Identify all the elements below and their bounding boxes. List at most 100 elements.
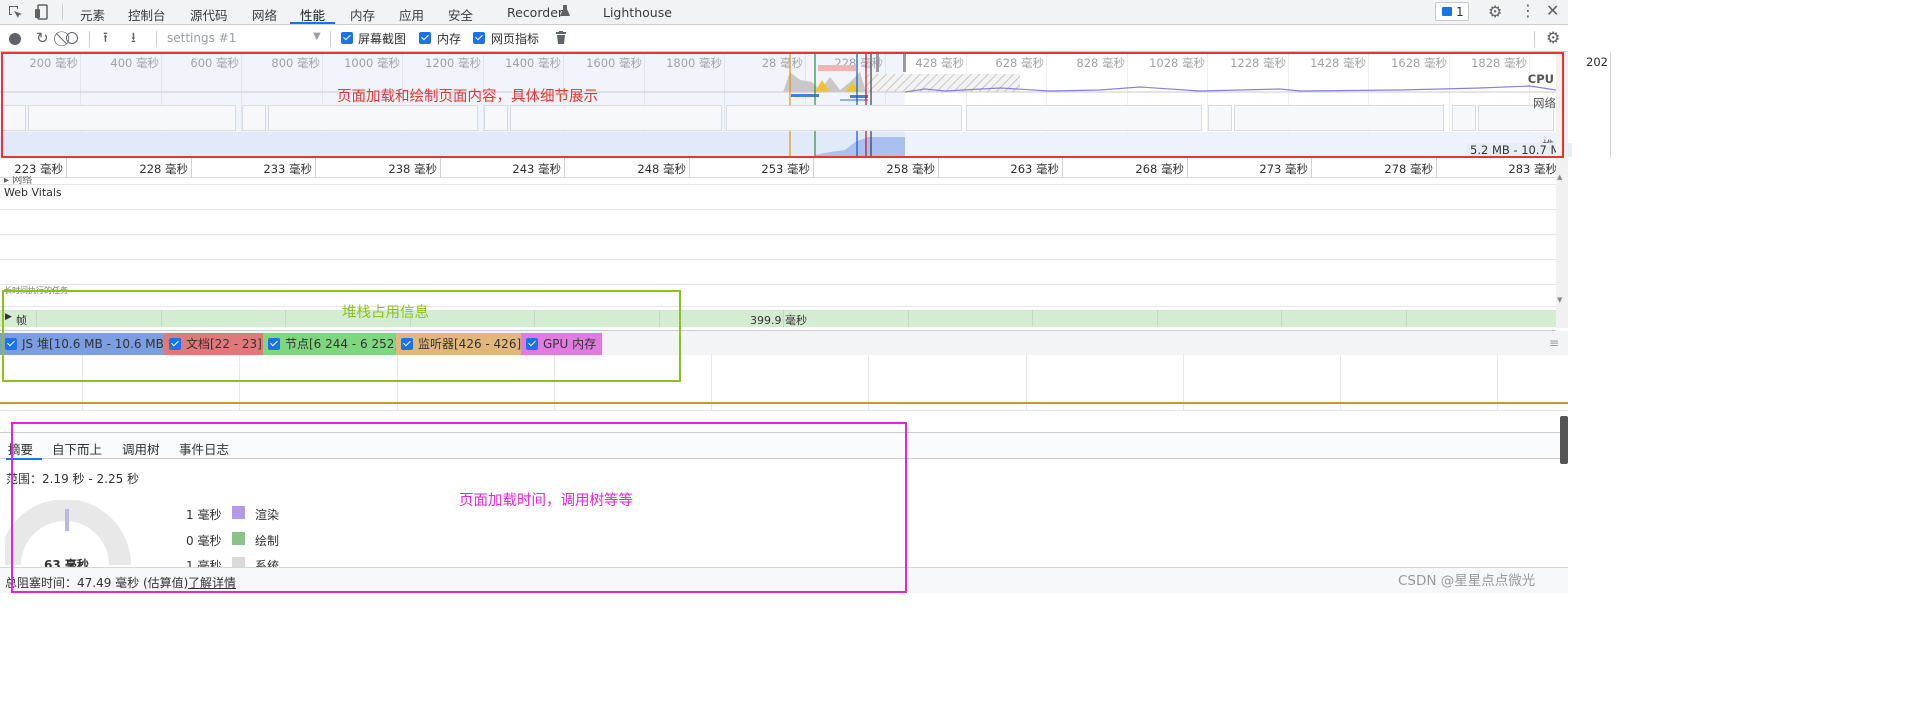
issues-count: 1: [1456, 5, 1464, 19]
chevron-down-icon[interactable]: ▼: [313, 31, 321, 42]
screenshot-thumbnail[interactable]: [268, 105, 478, 131]
reload-record-icon[interactable]: ↻: [36, 31, 49, 46]
details-tab-bar: 摘要 自下而上 调用树 事件日志: [0, 432, 1568, 460]
frames-track-label: 帧: [16, 314, 27, 327]
summary-value-system: 1 毫秒: [186, 559, 222, 567]
tab-bottom-up[interactable]: 自下而上: [52, 439, 102, 458]
profile-select[interactable]: settings #1: [167, 31, 236, 45]
memory-legend-checkbox[interactable]: [169, 338, 181, 350]
tab-elements[interactable]: 元素: [80, 5, 105, 24]
summary-value-rendering: 1 毫秒: [186, 508, 222, 522]
summary-name-rendering: 渲染: [255, 508, 280, 522]
screenshot-thumbnail[interactable]: [2, 105, 26, 131]
flask-icon: [560, 5, 570, 20]
ruler-tick-label: 278 毫秒: [1384, 162, 1433, 176]
screenshot-thumbnail[interactable]: [28, 105, 236, 131]
ruler-tick-line: [315, 158, 316, 178]
download-icon[interactable]: ⭳: [131, 31, 136, 45]
devtools-tab-bar: 元素 控制台 源代码 网络 性能 内存 应用 安全 Recorder Light…: [0, 0, 1568, 25]
resize-handle-icon[interactable]: ≡: [1549, 336, 1559, 350]
settings-gear-icon[interactable]: ⚙: [1488, 4, 1502, 20]
frame-divider: [1281, 310, 1282, 327]
tab-summary[interactable]: 摘要: [8, 439, 33, 458]
memory-legend-item[interactable]: 监听器[426 - 426]: [396, 333, 521, 355]
total-blocking-time: 总阻塞时间：47.49 毫秒 (估算值): [5, 576, 189, 590]
screenshots-label: 屏幕截图: [358, 32, 407, 46]
scroll-down-icon[interactable]: ▼: [1557, 296, 1562, 304]
network-track-label: 网络: [1533, 96, 1556, 110]
tab-console[interactable]: 控制台: [128, 5, 166, 24]
summary-range: 范围：2.19 秒 - 2.25 秒: [6, 472, 140, 486]
screenshot-thumbnail[interactable]: [726, 105, 962, 131]
screenshot-thumbnail[interactable]: [510, 105, 722, 131]
summary-system-row: 1 毫秒 系统: [0, 556, 400, 567]
memory-legend-item[interactable]: 节点[6 244 - 6 252]: [263, 333, 400, 355]
issues-badge[interactable]: 1: [1435, 2, 1469, 21]
frame-divider: [161, 310, 162, 327]
frames-track[interactable]: ▶ 帧 399.9 毫秒: [0, 310, 1556, 327]
memory-legend-item[interactable]: JS 堆[10.6 MB - 10.6 MB]: [0, 333, 169, 355]
inspect-element-icon[interactable]: [8, 5, 23, 23]
web-vitals-track-label: Web Vitals: [4, 186, 62, 199]
cpu-track-label: CPU: [1527, 72, 1554, 86]
frames-expander-icon[interactable]: ▶: [5, 312, 12, 322]
upload-icon[interactable]: ⭱: [103, 31, 108, 45]
screenshot-thumbnail[interactable]: [1452, 105, 1476, 131]
tab-network[interactable]: 网络: [252, 5, 277, 24]
ruler-tick-label: 238 毫秒: [388, 162, 437, 176]
active-tab-indicator: [290, 22, 335, 24]
performance-toolbar: ↻ ⃠ ⭱ ⭳ settings #1 ▼ 屏幕截图 内存 网页指标 ⚙: [0, 25, 1568, 52]
tab-recorder[interactable]: Recorder: [507, 5, 563, 20]
annotation-overview-text: 页面加载和绘制页面内容，具体细节展示: [337, 89, 598, 105]
tab-event-log[interactable]: 事件日志: [179, 439, 229, 458]
watermark: CSDN @星星点点微光: [1398, 573, 1536, 589]
summary-name-system: 系统: [255, 559, 280, 567]
ruler-tick-label: 233 毫秒: [263, 162, 312, 176]
screenshot-thumbnail[interactable]: [484, 105, 508, 131]
scroll-up-icon[interactable]: ▲: [1557, 173, 1562, 181]
message-icon: [1442, 7, 1452, 16]
screenshot-thumbnail[interactable]: [966, 105, 1202, 131]
record-icon[interactable]: [9, 33, 21, 45]
clear-circle-icon[interactable]: [66, 32, 78, 44]
capture-settings-gear-icon[interactable]: ⚙: [1546, 30, 1560, 46]
annotation-memory-text: 堆栈占用信息: [342, 305, 429, 321]
timeline-overview[interactable]: 200 毫秒400 毫秒600 毫秒800 毫秒1000 毫秒1200 毫秒14…: [0, 52, 1611, 158]
memory-legend-item[interactable]: GPU 内存: [521, 333, 602, 355]
screenshot-thumbnail[interactable]: [242, 105, 266, 131]
memory-legend-label: 节点[6 244 - 6 252]: [285, 337, 400, 351]
tab-memory[interactable]: 内存: [350, 5, 375, 24]
memory-legend-checkbox[interactable]: [5, 338, 17, 350]
ruler-tick-line: [813, 158, 814, 178]
time-ruler: 223 毫秒 228 毫秒 233 毫秒 238 毫秒 243 毫秒 248 毫秒 253 …: [0, 158, 1561, 178]
close-devtools-icon[interactable]: ✕: [1546, 3, 1559, 19]
device-toolbar-icon[interactable]: [34, 4, 49, 23]
tab-lighthouse[interactable]: Lighthouse: [603, 5, 672, 20]
memory-legend-item[interactable]: 文档[22 - 23]: [164, 333, 263, 355]
ruler-tick-label: 273 毫秒: [1259, 162, 1308, 176]
tab-sources[interactable]: 源代码: [190, 5, 228, 24]
status-bar: 总阻塞时间：47.49 毫秒 (估算值) 了解详情 CSDN @星星点点微光: [0, 567, 1568, 593]
frame-duration-label: 399.9 毫秒: [750, 314, 807, 327]
screenshot-thumbnail[interactable]: [1208, 105, 1232, 131]
tab-call-tree[interactable]: 调用树: [122, 439, 160, 458]
trash-icon[interactable]: [556, 31, 566, 44]
memory-checkbox[interactable]: [419, 32, 431, 44]
ruler-tick-line: [66, 158, 67, 178]
overview-scrollbar[interactable]: [1556, 52, 1568, 158]
ruler-tick-label: 258 毫秒: [886, 162, 935, 176]
system-swatch: [232, 557, 245, 567]
screenshots-checkbox[interactable]: [341, 32, 353, 44]
more-options-icon[interactable]: ⋮: [1520, 3, 1536, 19]
memory-legend-checkbox[interactable]: [401, 338, 413, 350]
screenshot-thumbnail[interactable]: [1234, 105, 1444, 131]
learn-more-link[interactable]: 了解详情: [188, 574, 236, 591]
ruler-tick-line: [191, 158, 192, 178]
web-vitals-checkbox[interactable]: [473, 32, 485, 44]
memory-legend-checkbox[interactable]: [526, 338, 538, 350]
summary-scrollbar[interactable]: [1560, 416, 1568, 464]
tab-security[interactable]: 安全: [448, 5, 473, 24]
memory-legend-checkbox[interactable]: [268, 338, 280, 350]
tab-application[interactable]: 应用: [399, 5, 424, 24]
summary-value-painting: 0 毫秒: [186, 534, 222, 548]
